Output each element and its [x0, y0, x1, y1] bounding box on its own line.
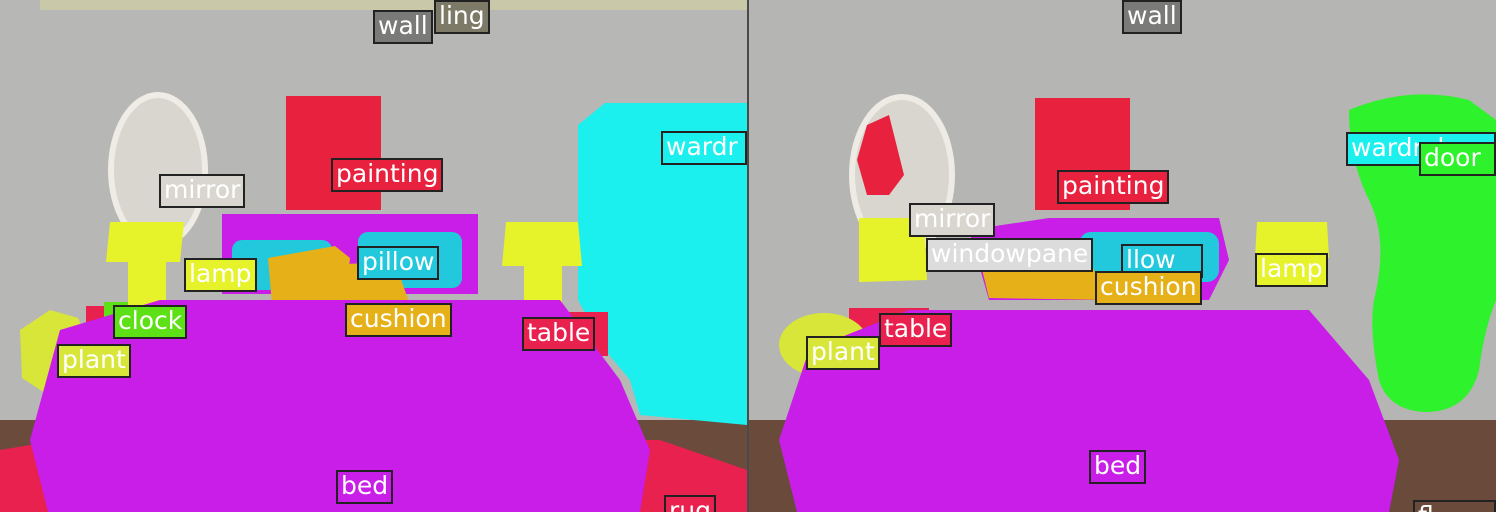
label-rug: rug	[664, 495, 716, 512]
painting-region	[286, 96, 381, 210]
label-table: table	[522, 317, 596, 351]
segmentation-panel-left: ling wall painting mirror wardr pillow l…	[0, 0, 747, 512]
label-wardrobe: wardr	[661, 131, 747, 165]
label-pillow: pillow	[357, 246, 440, 280]
label-door: door	[1419, 142, 1496, 176]
label-clock: clock	[113, 305, 188, 339]
label-mirror: mirror	[159, 174, 246, 208]
label-ceiling: ling	[434, 0, 490, 34]
lamp-region-right-shade	[502, 222, 582, 266]
label-cushion: cushion	[1095, 271, 1202, 305]
label-bed: bed	[1089, 450, 1147, 484]
label-painting: painting	[1057, 170, 1170, 204]
ceiling-region	[40, 0, 747, 10]
label-floor: fl	[1413, 500, 1496, 512]
label-cushion: cushion	[345, 303, 452, 337]
label-lamp: lamp	[1255, 253, 1328, 287]
label-table: table	[879, 313, 953, 347]
label-mirror: mirror	[909, 203, 996, 237]
label-wall: wall	[373, 10, 433, 44]
segmentation-panel-right: wall wardrob door painting mirror llow w…	[749, 0, 1496, 512]
label-bed: bed	[336, 470, 394, 504]
label-windowpane: windowpane	[926, 238, 1094, 272]
lamp-region-left-shade	[106, 222, 184, 262]
label-lamp: lamp	[184, 258, 257, 292]
label-painting: painting	[331, 158, 444, 192]
label-wall: wall	[1122, 0, 1182, 34]
label-plant: plant	[806, 336, 880, 370]
label-plant: plant	[57, 344, 131, 378]
